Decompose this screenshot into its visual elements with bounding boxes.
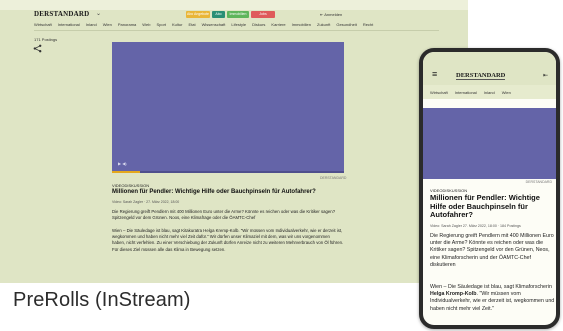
phone-article-byline: Video: Sarah Zagler 27. März 2022, 18:00… xyxy=(430,224,521,228)
promo-pill-abo-angebote[interactable]: Abo Angebote xyxy=(186,11,210,18)
nav-item[interactable]: Web xyxy=(142,22,150,28)
promo-pill-immobilien[interactable]: Immobilien xyxy=(227,11,249,18)
video-credit: DERSTANDARD xyxy=(320,176,347,180)
phone-body-text: Wien – Die Säuledage ist blau, sagt Klim… xyxy=(430,284,552,290)
preroll-video-player[interactable]: ▶ ◀) xyxy=(112,42,344,173)
nav-item[interactable]: Sport xyxy=(156,22,166,28)
nav-item[interactable]: Lifestyle xyxy=(231,22,246,28)
nav-item[interactable]: Zukunft xyxy=(317,22,330,28)
nav-item[interactable]: Wissenschaft xyxy=(202,22,226,28)
slide: DERSTANDARD ⌄ Abo Angebote Abo Immobilie… xyxy=(0,0,563,331)
video-progress-fill xyxy=(112,171,140,173)
main-nav: Wirtschaft International Inland Wien Pan… xyxy=(34,22,439,28)
nav-item[interactable]: Etat xyxy=(188,22,195,28)
nav-item[interactable]: Karriere xyxy=(271,22,285,28)
phone-article-lead: Die Regierung greift Pendlern mit 400 Mi… xyxy=(430,233,554,268)
login-icon[interactable]: ⇤ xyxy=(543,72,548,79)
site-logo[interactable]: DERSTANDARD xyxy=(34,10,89,18)
phone-video-credit: DERSTANDARD xyxy=(525,180,552,184)
nav-item[interactable]: International xyxy=(58,22,80,28)
phone-tab[interactable]: Wirtschaft xyxy=(430,90,448,95)
login-link[interactable]: ⇤ Anmelden xyxy=(320,12,342,17)
nav-item[interactable]: Recht xyxy=(363,22,373,28)
menu-icon[interactable]: ≡ xyxy=(432,69,437,79)
nav-item[interactable]: Gesundheit xyxy=(336,22,356,28)
phone-article-headline: Millionen für Pendler: Wichtige Hilfe od… xyxy=(430,193,540,219)
promo-pill-abo[interactable]: Abo xyxy=(212,11,225,18)
phone-article-body: Wien – Die Säuledage ist blau, sagt Klim… xyxy=(430,284,556,313)
phone-section-tabs: Wirtschaft International Inland Wien xyxy=(423,85,556,99)
phone-site-logo[interactable]: DERSTANDARD xyxy=(456,72,506,80)
nav-item[interactable]: Immobilien xyxy=(292,22,311,28)
article-kicker: VIDEODISKUSSION xyxy=(112,183,150,188)
article-body: Wien – Die Säuledage ist blau, sagt Kita… xyxy=(112,228,344,252)
phone-tab[interactable]: Wien xyxy=(502,90,511,95)
nav-item[interactable]: Wien xyxy=(103,22,112,28)
posting-count[interactable]: 171 Postings xyxy=(34,37,57,42)
phone-mockup: ≡ DERSTANDARD ⇤ Wirtschaft International… xyxy=(419,48,560,329)
desktop-mockup: DERSTANDARD ⌄ Abo Angebote Abo Immobilie… xyxy=(0,0,468,283)
article-headline: Millionen für Pendler: Wichtige Hilfe od… xyxy=(112,189,316,195)
phone-preroll-video[interactable] xyxy=(423,108,556,179)
share-icon-graphic xyxy=(33,44,42,53)
share-icon[interactable] xyxy=(33,44,42,55)
article-lead: Die Regierung greift Pendlern mit 400 Mi… xyxy=(112,209,336,221)
nav-item[interactable]: Wirtschaft xyxy=(34,22,52,28)
phone-tab[interactable]: International xyxy=(455,90,477,95)
phone-body-name: Helga Kromp-Kolb xyxy=(430,291,477,298)
chevron-down-icon[interactable]: ⌄ xyxy=(96,10,101,17)
nav-item[interactable]: Kultur xyxy=(172,22,182,28)
nav-divider xyxy=(34,30,439,31)
phone-tab[interactable]: Inland xyxy=(484,90,495,95)
nav-item[interactable]: Panorama xyxy=(118,22,136,28)
nav-item[interactable]: Diskurs xyxy=(252,22,265,28)
slide-caption: PreRolls (InStream) xyxy=(13,289,191,311)
nav-item[interactable]: Inland xyxy=(86,22,97,28)
phone-status-bar xyxy=(423,52,556,66)
promo-pill-jobs[interactable]: Jobs xyxy=(251,11,275,18)
video-controls[interactable]: ▶ ◀) xyxy=(118,161,127,166)
article-byline: Video: Sarah Zagler · 27. März 2022, 18:… xyxy=(112,200,180,204)
browser-top-strip xyxy=(0,0,468,10)
video-progress-bar[interactable] xyxy=(112,171,344,173)
